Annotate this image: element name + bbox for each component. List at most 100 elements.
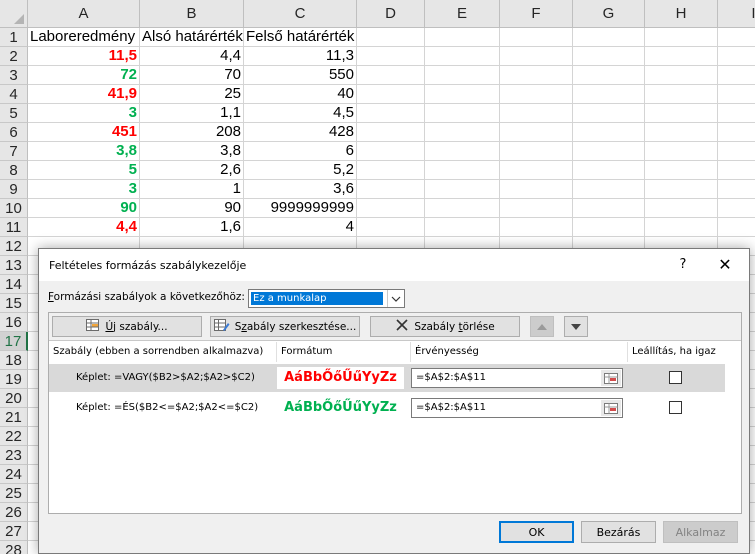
cell[interactable] — [357, 142, 425, 161]
cell[interactable] — [645, 85, 718, 104]
row-header-25[interactable]: 25 — [0, 484, 28, 503]
lower-limit-cell[interactable]: 3,8 — [140, 142, 244, 161]
header-cell-a[interactable]: Laboreredmény — [28, 28, 140, 47]
upper-limit-cell[interactable]: 5,2 — [244, 161, 357, 180]
cell[interactable] — [573, 123, 645, 142]
row-header-24[interactable]: 24 — [0, 465, 28, 484]
lower-limit-cell[interactable]: 1,1 — [140, 104, 244, 123]
cell[interactable] — [573, 104, 645, 123]
upper-limit-cell[interactable]: 3,6 — [244, 180, 357, 199]
lower-limit-cell[interactable]: 1,6 — [140, 218, 244, 237]
applies-to-field[interactable]: =$A$2:$A$11 — [411, 398, 623, 418]
cell[interactable] — [500, 142, 573, 161]
edit-rule-button[interactable]: Szabály szerkesztése... — [210, 316, 360, 337]
cell[interactable] — [425, 199, 500, 218]
ok-button[interactable]: OK — [499, 521, 574, 543]
stop-if-true-checkbox[interactable] — [669, 401, 682, 414]
row-header-28[interactable]: 28 — [0, 541, 28, 554]
cell[interactable] — [357, 85, 425, 104]
row-header-6[interactable]: 6 — [0, 123, 28, 142]
cell[interactable] — [573, 85, 645, 104]
header-cell-b[interactable]: Alsó határérték — [140, 28, 244, 47]
lower-limit-cell[interactable]: 2,6 — [140, 161, 244, 180]
help-button[interactable]: ? — [669, 255, 697, 275]
cell[interactable] — [718, 66, 755, 85]
cell[interactable] — [645, 28, 718, 47]
cell[interactable] — [573, 199, 645, 218]
cell[interactable] — [425, 123, 500, 142]
cell[interactable] — [500, 66, 573, 85]
row-header-14[interactable]: 14 — [0, 275, 28, 294]
cell[interactable] — [645, 218, 718, 237]
upper-limit-cell[interactable]: 9999999999 — [244, 199, 357, 218]
cell[interactable] — [357, 47, 425, 66]
rule-row[interactable]: Képlet: =VAGY($B2>$A2;$A2>$C2) AáBbŐőŰűYy… — [49, 364, 725, 392]
cell[interactable] — [718, 123, 755, 142]
cell[interactable] — [718, 142, 755, 161]
rules-scrollbar[interactable] — [725, 342, 741, 513]
lower-limit-cell[interactable]: 25 — [140, 85, 244, 104]
row-header-19[interactable]: 19 — [0, 370, 28, 389]
cell[interactable] — [425, 142, 500, 161]
upper-limit-cell[interactable]: 6 — [244, 142, 357, 161]
row-header-23[interactable]: 23 — [0, 446, 28, 465]
cell[interactable] — [500, 161, 573, 180]
cell[interactable] — [357, 161, 425, 180]
row-header-3[interactable]: 3 — [0, 66, 28, 85]
applies-to-field[interactable]: =$A$2:$A$11 — [411, 368, 623, 388]
cell[interactable] — [500, 180, 573, 199]
lower-limit-cell[interactable]: 1 — [140, 180, 244, 199]
cell[interactable] — [425, 161, 500, 180]
cell[interactable] — [718, 199, 755, 218]
cell[interactable] — [718, 104, 755, 123]
cell[interactable] — [645, 66, 718, 85]
column-header-a[interactable]: A — [28, 0, 140, 28]
delete-rule-button[interactable]: Szabály törlése — [370, 316, 520, 337]
cell[interactable] — [357, 28, 425, 47]
cell[interactable] — [573, 28, 645, 47]
lab-result-cell[interactable]: 90 — [28, 199, 140, 218]
lower-limit-cell[interactable]: 70 — [140, 66, 244, 85]
row-header-20[interactable]: 20 — [0, 389, 28, 408]
cell[interactable] — [573, 142, 645, 161]
lab-result-cell[interactable]: 3 — [28, 180, 140, 199]
row-header-18[interactable]: 18 — [0, 351, 28, 370]
cell[interactable] — [500, 47, 573, 66]
cell[interactable] — [425, 218, 500, 237]
cell[interactable] — [357, 104, 425, 123]
column-header-b[interactable]: B — [140, 0, 244, 28]
row-header-22[interactable]: 22 — [0, 427, 28, 446]
cell[interactable] — [357, 123, 425, 142]
lab-result-cell[interactable]: 11,5 — [28, 47, 140, 66]
cell[interactable] — [645, 123, 718, 142]
cell[interactable] — [645, 142, 718, 161]
cell[interactable] — [573, 218, 645, 237]
lab-result-cell[interactable]: 4,4 — [28, 218, 140, 237]
row-header-27[interactable]: 27 — [0, 522, 28, 541]
cell[interactable] — [500, 104, 573, 123]
column-header-f[interactable]: F — [500, 0, 573, 28]
cell[interactable] — [718, 85, 755, 104]
move-down-button[interactable] — [564, 316, 588, 337]
cell[interactable] — [645, 161, 718, 180]
cell[interactable] — [425, 28, 500, 47]
column-header-g[interactable]: G — [573, 0, 645, 28]
select-all-corner[interactable] — [0, 0, 28, 28]
upper-limit-cell[interactable]: 40 — [244, 85, 357, 104]
lower-limit-cell[interactable]: 4,4 — [140, 47, 244, 66]
column-header-h[interactable]: H — [645, 0, 718, 28]
row-header-12[interactable]: 12 — [0, 237, 28, 256]
row-header-21[interactable]: 21 — [0, 408, 28, 427]
cell[interactable] — [500, 28, 573, 47]
row-header-11[interactable]: 11 — [0, 218, 28, 237]
lab-result-cell[interactable]: 3,8 — [28, 142, 140, 161]
upper-limit-cell[interactable]: 4 — [244, 218, 357, 237]
row-header-9[interactable]: 9 — [0, 180, 28, 199]
cell[interactable] — [425, 180, 500, 199]
row-header-5[interactable]: 5 — [0, 104, 28, 123]
lab-result-cell[interactable]: 41,9 — [28, 85, 140, 104]
collapse-range-icon[interactable] — [601, 370, 621, 386]
cell[interactable] — [718, 161, 755, 180]
column-header-i[interactable]: I — [718, 0, 755, 28]
move-up-button[interactable] — [530, 316, 554, 337]
